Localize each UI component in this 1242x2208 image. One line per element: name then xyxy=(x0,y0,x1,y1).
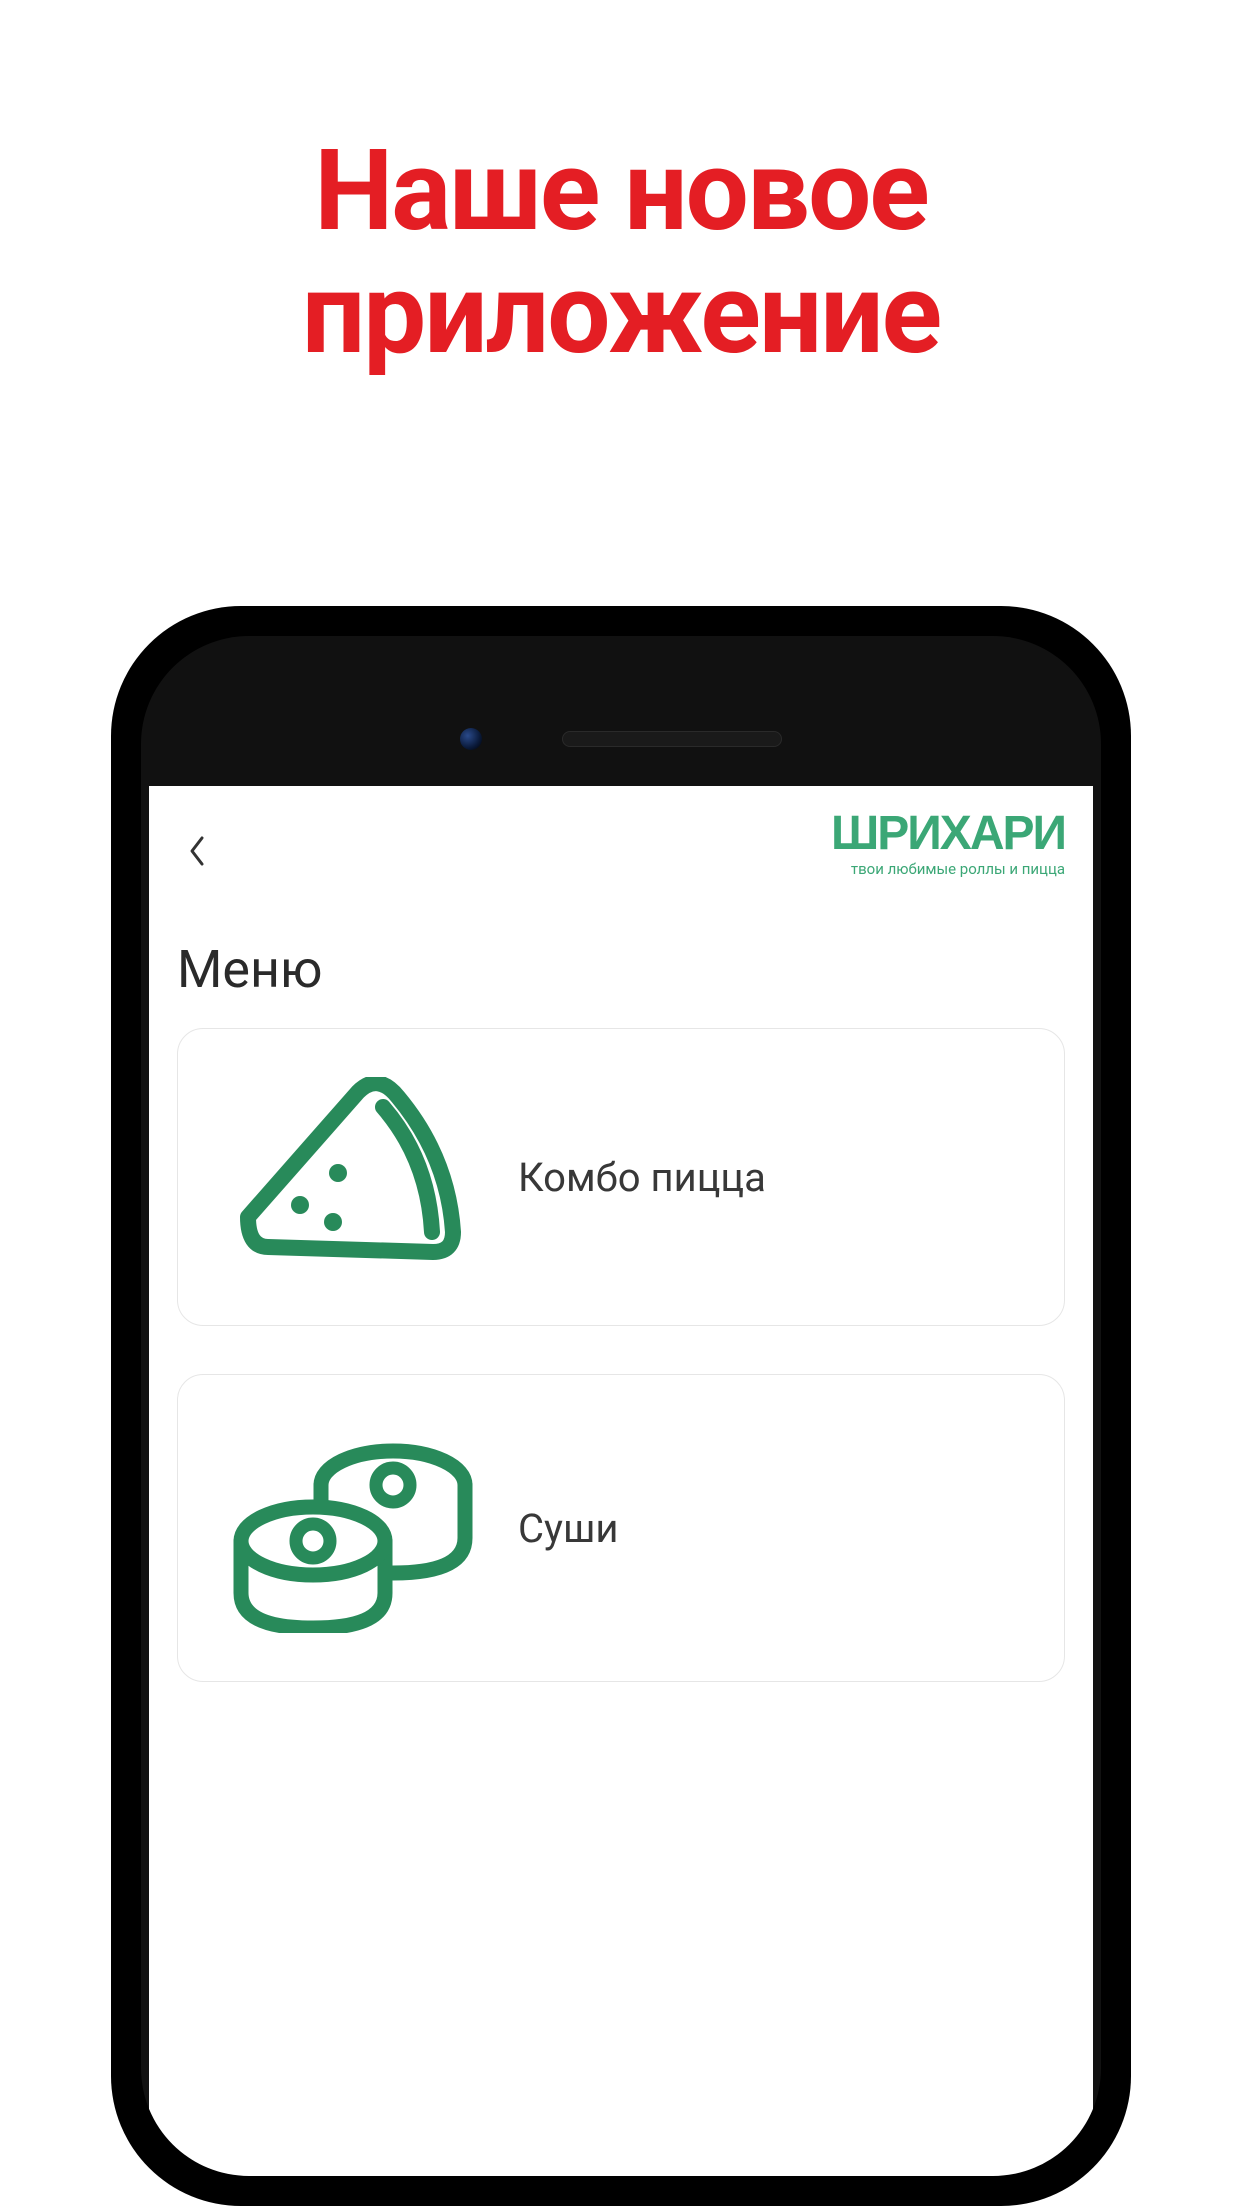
menu-label: Комбо пицца xyxy=(518,1154,766,1201)
app-screen: ШРИХАРИ твои любимые роллы и пицца Меню xyxy=(149,786,1093,2176)
brand-tagline: твои любимые роллы и пицца xyxy=(831,860,1065,878)
speaker-slot xyxy=(562,731,782,747)
chevron-left-icon xyxy=(187,834,207,868)
hero-title-line2: приложение xyxy=(302,253,940,376)
phone-bezel: ШРИХАРИ твои любимые роллы и пицца Меню xyxy=(141,636,1101,2176)
nav-info[interactable] xyxy=(412,2171,468,2176)
brand-name: ШРИХАРИ xyxy=(831,810,1065,858)
bell-icon xyxy=(780,2175,824,2176)
nav-cart[interactable] xyxy=(955,2171,1011,2176)
camera-dot xyxy=(460,728,482,750)
pizza-icon xyxy=(218,1077,488,1277)
phone-notch xyxy=(141,714,1101,764)
app-header: ШРИХАРИ твои любимые роллы и пицца xyxy=(149,786,1093,897)
brand-logo: ШРИХАРИ твои любимые роллы и пицца xyxy=(831,810,1065,878)
back-button[interactable] xyxy=(177,826,217,885)
nav-profile[interactable] xyxy=(593,2171,649,2176)
nav-menu[interactable] xyxy=(231,2171,287,2176)
menu-card-pizza[interactable]: Комбо пицца xyxy=(177,1028,1065,1326)
sushi-icon xyxy=(218,1423,488,1633)
page-title: Меню xyxy=(149,897,1093,1028)
phone-side-buttons xyxy=(111,946,113,1376)
menu-list: Комбо пицца xyxy=(149,1028,1093,2139)
menu-label: Суши xyxy=(518,1505,618,1552)
nav-notifications[interactable] xyxy=(774,2171,830,2176)
cart-icon xyxy=(959,2175,1007,2176)
menu-card-sushi[interactable]: Суши xyxy=(177,1374,1065,1682)
phone-frame: ШРИХАРИ твои любимые роллы и пицца Меню xyxy=(111,606,1131,2206)
bottom-nav xyxy=(149,2139,1093,2176)
hero-title-line1: Наше новое xyxy=(302,130,940,253)
hero-title: Наше новое приложение xyxy=(302,130,940,376)
